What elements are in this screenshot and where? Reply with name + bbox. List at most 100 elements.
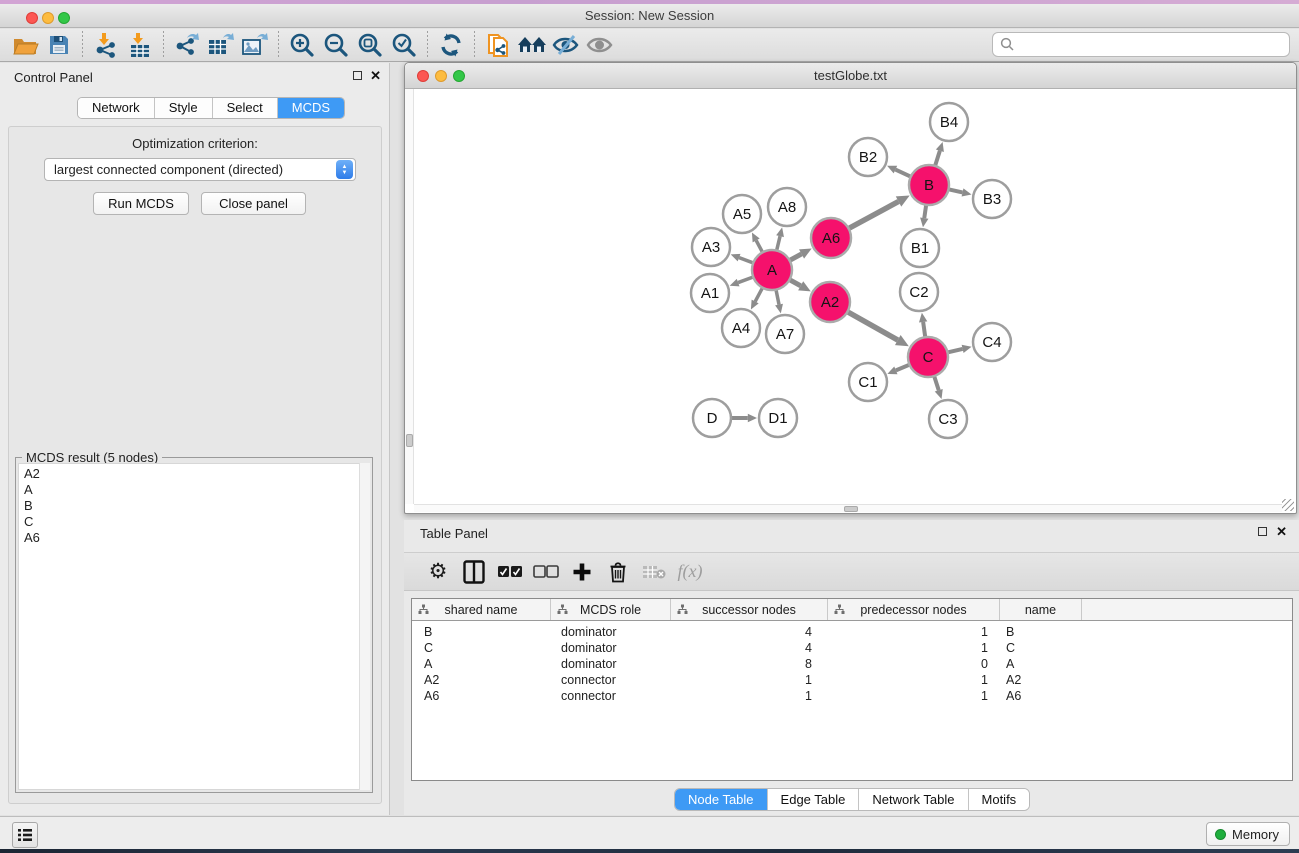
table-cell[interactable]: connector	[551, 688, 671, 704]
table-row[interactable]: A6connector11A6	[412, 688, 1292, 704]
mcds-result-item[interactable]: A2	[24, 466, 369, 482]
float-panel-icon[interactable]	[353, 71, 362, 80]
clone-network-button[interactable]	[481, 31, 515, 59]
table-cell[interactable]: A6	[412, 688, 551, 704]
refresh-view-button[interactable]	[434, 31, 468, 59]
network-vertical-scrollbar[interactable]	[405, 89, 414, 504]
export-image-button[interactable]	[238, 31, 272, 59]
table-cell[interactable]: 8	[671, 656, 828, 672]
delete-column-button[interactable]	[600, 557, 636, 587]
float-table-panel-icon[interactable]	[1258, 527, 1267, 536]
table-cell[interactable]: A	[1000, 656, 1082, 672]
tab-node-table[interactable]: Node Table	[675, 789, 768, 810]
table-cell[interactable]: C	[412, 640, 551, 656]
edge-C-C4[interactable]	[947, 349, 962, 353]
table-cell[interactable]: A6	[1000, 688, 1082, 704]
tab-network[interactable]: Network	[78, 98, 155, 118]
add-column-button[interactable]	[564, 557, 600, 587]
hide-details-button[interactable]	[549, 31, 583, 59]
table-row[interactable]: Cdominator41C	[412, 640, 1292, 656]
table-cell[interactable]: 1	[828, 688, 1000, 704]
open-session-button[interactable]	[8, 31, 42, 59]
zoom-out-button[interactable]	[319, 31, 353, 59]
column-header-MCDS-role[interactable]: MCDS role	[551, 599, 671, 620]
table-cell[interactable]: A	[412, 656, 551, 672]
table-cell[interactable]: 1	[828, 624, 1000, 640]
edge-C-C1[interactable]	[896, 365, 910, 371]
table-cell[interactable]: dominator	[551, 640, 671, 656]
edge-A-A1[interactable]	[738, 277, 753, 283]
edge-B-B2[interactable]	[895, 170, 910, 177]
edge-A-A6[interactable]	[790, 254, 802, 260]
network-graph-canvas[interactable]: B4B2BB3A5A8A6B1A3AA1C2A2A4A7CC4C1C3DD1	[405, 63, 1298, 515]
tab-mcds[interactable]: MCDS	[278, 98, 344, 118]
column-header-name[interactable]: name	[1000, 599, 1082, 620]
edge-C-C3[interactable]	[934, 376, 939, 390]
edge-B-B1[interactable]	[924, 205, 926, 218]
table-cell[interactable]: A2	[412, 672, 551, 688]
save-session-button[interactable]	[42, 31, 76, 59]
table-row[interactable]: A2connector11A2	[412, 672, 1292, 688]
import-network-button[interactable]	[89, 31, 123, 59]
table-cell[interactable]: C	[1000, 640, 1082, 656]
run-mcds-button[interactable]: Run MCDS	[93, 192, 189, 215]
table-cell[interactable]: dominator	[551, 624, 671, 640]
table-row[interactable]: Bdominator41B	[412, 624, 1292, 640]
tab-edge-table[interactable]: Edge Table	[768, 789, 860, 810]
table-cell[interactable]: connector	[551, 672, 671, 688]
table-cell[interactable]: B	[1000, 624, 1082, 640]
table-row[interactable]: Adominator80A	[412, 656, 1292, 672]
horizontal-scroll-thumb[interactable]	[844, 506, 858, 512]
edge-A-A7[interactable]	[776, 290, 779, 305]
edge-A-A8[interactable]	[777, 236, 780, 250]
function-builder-button[interactable]: f(x)	[672, 557, 708, 587]
show-task-history-button[interactable]	[12, 822, 38, 848]
edge-C-C2[interactable]	[923, 322, 925, 337]
deselect-all-button[interactable]	[528, 557, 564, 587]
table-cell[interactable]: 1	[671, 672, 828, 688]
tab-select[interactable]: Select	[213, 98, 278, 118]
mcds-result-item[interactable]: A	[24, 482, 369, 498]
window-resize-grip[interactable]	[1282, 499, 1294, 511]
table-cell[interactable]: 1	[828, 640, 1000, 656]
table-cell[interactable]: B	[412, 624, 551, 640]
search-field[interactable]	[992, 32, 1290, 57]
export-network-button[interactable]	[170, 31, 204, 59]
mcds-result-list[interactable]: A2ABCA6	[18, 463, 370, 790]
memory-button[interactable]: Memory	[1206, 822, 1290, 846]
column-layout-button[interactable]	[456, 557, 492, 587]
vertical-scroll-thumb[interactable]	[406, 434, 413, 447]
edge-B-B4[interactable]	[935, 151, 940, 166]
table-cell[interactable]: dominator	[551, 656, 671, 672]
edge-A-A2[interactable]	[790, 280, 801, 286]
table-settings-button[interactable]: ⚙	[420, 557, 456, 587]
import-table-button[interactable]	[123, 31, 157, 59]
close-panel-icon[interactable]: ✕	[370, 70, 381, 81]
edge-A-A4[interactable]	[755, 288, 762, 302]
edge-A-A5[interactable]	[756, 240, 762, 252]
result-list-scrollbar[interactable]	[359, 463, 370, 790]
zoom-in-button[interactable]	[285, 31, 319, 59]
export-table-button[interactable]	[204, 31, 238, 59]
edge-A-A3[interactable]	[739, 258, 753, 263]
table-cell[interactable]: 1	[828, 672, 1000, 688]
edge-B-B3[interactable]	[949, 189, 963, 192]
mcds-result-item[interactable]: C	[24, 514, 369, 530]
column-header-successor-nodes[interactable]: successor nodes	[671, 599, 828, 620]
close-panel-button[interactable]: Close panel	[201, 192, 306, 215]
delete-table-button[interactable]	[636, 557, 672, 587]
close-table-panel-icon[interactable]: ✕	[1276, 526, 1287, 537]
table-cell[interactable]: A2	[1000, 672, 1082, 688]
search-input[interactable]	[1015, 37, 1289, 52]
zoom-fit-button[interactable]	[353, 31, 387, 59]
zoom-selected-button[interactable]	[387, 31, 421, 59]
home-view-button[interactable]	[515, 31, 549, 59]
column-header-shared-name[interactable]: shared name	[412, 599, 551, 620]
tab-network-table[interactable]: Network Table	[859, 789, 968, 810]
network-horizontal-scrollbar[interactable]	[414, 504, 1282, 512]
select-all-button[interactable]	[492, 557, 528, 587]
tab-motifs[interactable]: Motifs	[969, 789, 1030, 810]
table-cell[interactable]: 1	[671, 688, 828, 704]
tab-style[interactable]: Style	[155, 98, 213, 118]
mcds-result-item[interactable]: B	[24, 498, 369, 514]
